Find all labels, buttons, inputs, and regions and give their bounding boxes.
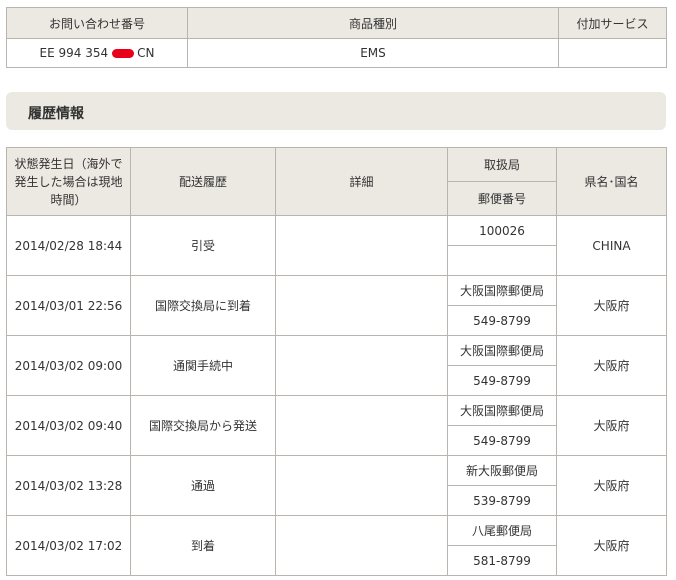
history-body: 2014/02/28 18:44 引受 100026 CHINA 2014/03… [6,215,667,576]
redaction-mark [112,49,135,58]
row-office: 大阪国際郵便局 [447,335,557,366]
row-date: 2014/03/02 09:00 [6,335,131,396]
tracking-number-prefix: EE 994 354 [39,46,109,60]
row-postal: 549-8799 [447,305,557,336]
row-status: 引受 [130,215,276,276]
row-postal: 581-8799 [447,545,557,576]
row-status: 通関手続中 [130,335,276,396]
header-region: 県名･国名 [556,147,667,216]
row-postal [447,245,557,276]
row-region: 大阪府 [556,515,667,576]
row-detail [275,395,448,456]
row-detail [275,455,448,516]
summary-header-row: お問い合わせ番号 商品種別 付加サービス [6,7,667,39]
row-region: 大阪府 [556,395,667,456]
row-office: 新大阪郵便局 [447,455,557,486]
header-status: 配送履歴 [130,147,276,216]
table-row: 2014/03/02 13:28 通過 新大阪郵便局 大阪府 [6,455,667,516]
row-region: 大阪府 [556,455,667,516]
row-detail [275,275,448,336]
row-region: CHINA [556,215,667,276]
table-row: 2014/03/01 22:56 国際交換局に到着 大阪国際郵便局 大阪府 [6,275,667,336]
row-date: 2014/02/28 18:44 [6,215,131,276]
history-table: 状態発生日（海外で発生した場合は現地時間） 配送履歴 詳細 取扱局 県名･国名 … [6,147,667,576]
row-postal: 549-8799 [447,365,557,396]
additional-service-cell [558,38,667,68]
history-header-row: 状態発生日（海外で発生した場合は現地時間） 配送履歴 詳細 取扱局 県名･国名 [6,147,667,216]
row-status: 国際交換局に到着 [130,275,276,336]
summary-table: お問い合わせ番号 商品種別 付加サービス EE 994 354 CN EMS [6,7,667,68]
history-section-header: 履歴情報 [6,92,666,130]
row-status: 到着 [130,515,276,576]
header-office: 取扱局 [447,147,557,182]
table-row: 2014/03/02 09:40 国際交換局から発送 大阪国際郵便局 大阪府 [6,395,667,456]
row-region: 大阪府 [556,275,667,336]
row-detail [275,335,448,396]
summary-data-row: EE 994 354 CN EMS [6,38,667,68]
table-row: 2014/02/28 18:44 引受 100026 CHINA [6,215,667,276]
row-detail [275,515,448,576]
header-additional-service: 付加サービス [558,7,667,39]
row-status: 通過 [130,455,276,516]
header-tracking-number: お問い合わせ番号 [6,7,188,39]
row-office: 大阪国際郵便局 [447,395,557,426]
table-row: 2014/03/02 17:02 到着 八尾郵便局 大阪府 [6,515,667,576]
tracking-number-cell: EE 994 354 CN [6,38,188,68]
row-status: 国際交換局から発送 [130,395,276,456]
table-row: 2014/03/02 09:00 通関手続中 大阪国際郵便局 大阪府 [6,335,667,396]
row-office: 100026 [447,215,557,246]
row-postal: 549-8799 [447,425,557,456]
row-date: 2014/03/02 17:02 [6,515,131,576]
row-detail [275,215,448,276]
header-date: 状態発生日（海外で発生した場合は現地時間） [6,147,131,216]
tracking-number-suffix: CN [137,46,155,60]
row-office: 大阪国際郵便局 [447,275,557,306]
header-item-type: 商品種別 [187,7,559,39]
header-postal: 郵便番号 [447,181,557,216]
row-date: 2014/03/01 22:56 [6,275,131,336]
row-office: 八尾郵便局 [447,515,557,546]
row-region: 大阪府 [556,335,667,396]
row-postal: 539-8799 [447,485,557,516]
row-date: 2014/03/02 13:28 [6,455,131,516]
row-date: 2014/03/02 09:40 [6,395,131,456]
header-detail: 詳細 [275,147,448,216]
item-type-cell: EMS [187,38,559,68]
history-section-title: 履歴情報 [28,106,84,122]
